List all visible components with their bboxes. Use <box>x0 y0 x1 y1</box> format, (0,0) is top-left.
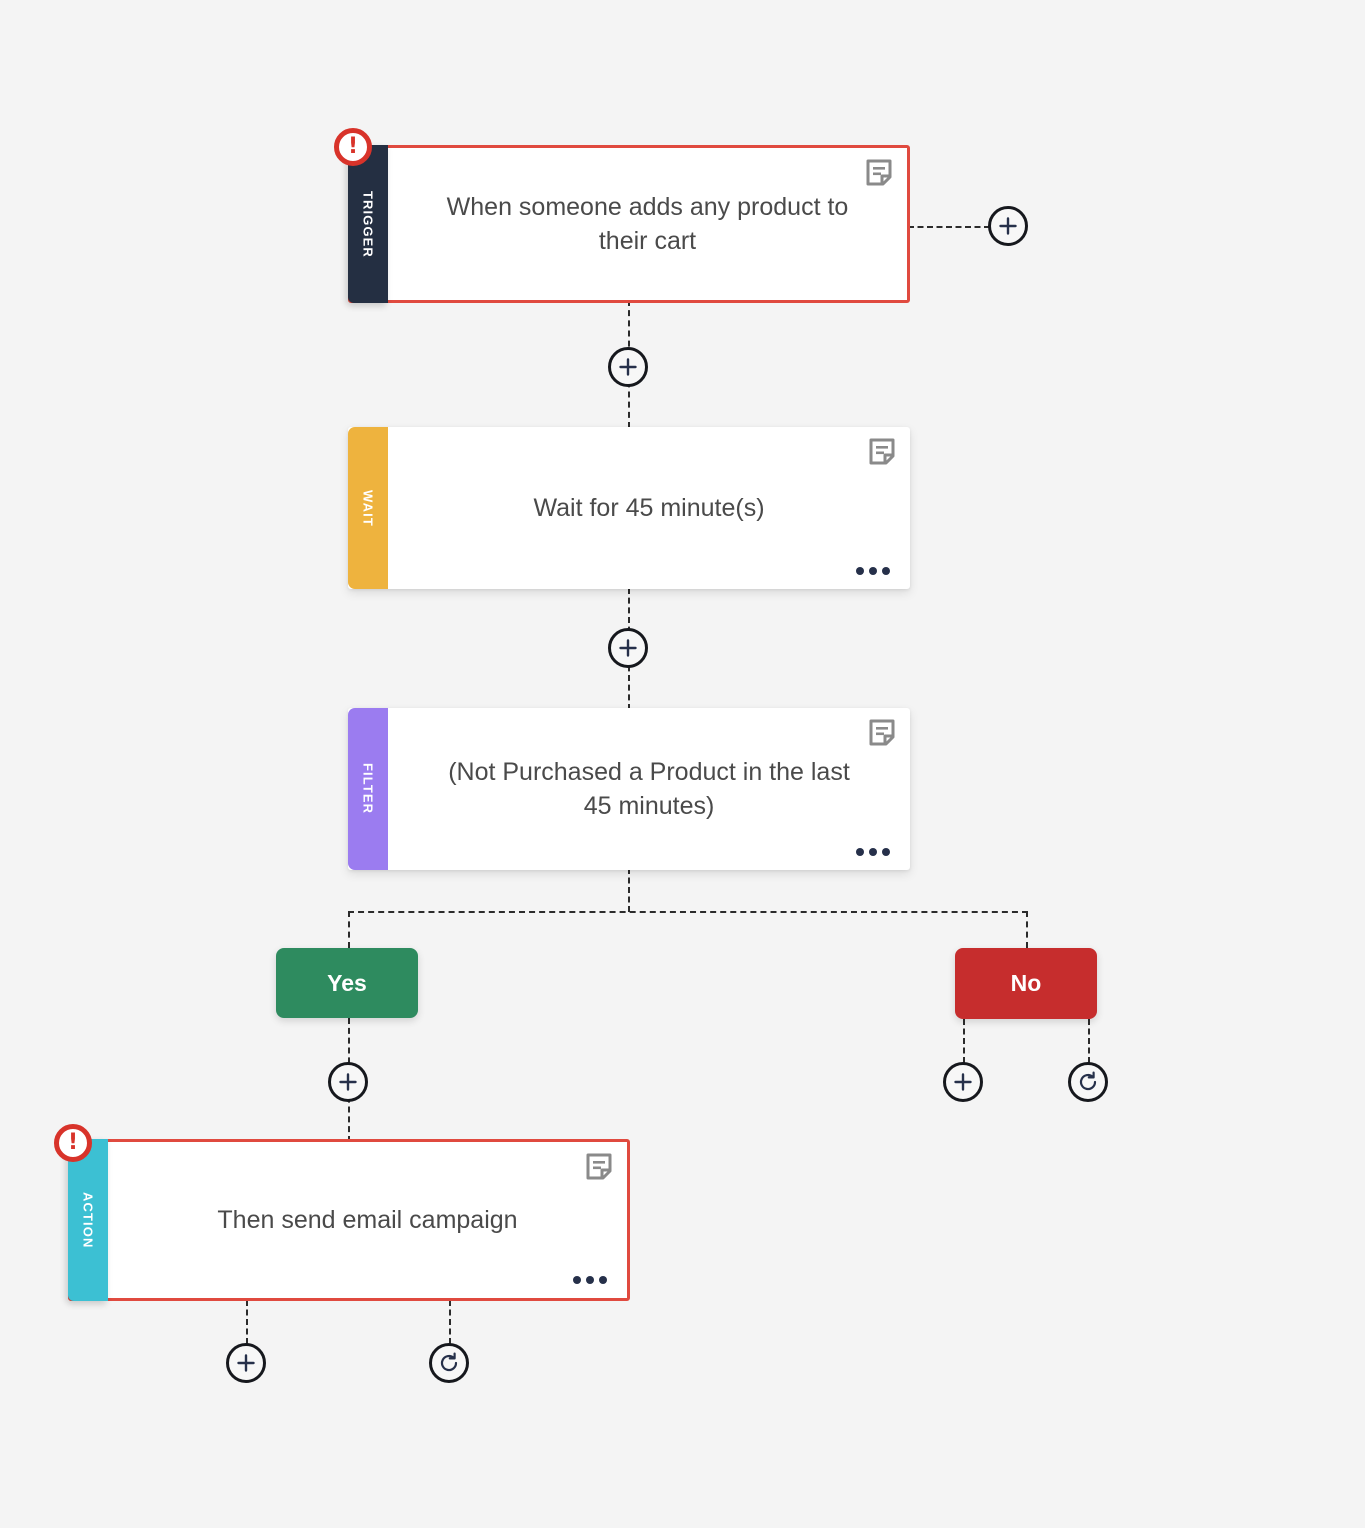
trigger-to-wait-add-button[interactable] <box>608 347 648 387</box>
ellipsis-icon[interactable] <box>856 567 890 575</box>
trigger-right-add-button[interactable] <box>988 206 1028 246</box>
connector-trigger-right <box>908 226 990 228</box>
node-filter-kind-label: FILTER <box>360 763 376 815</box>
node-action-kind-label: ACTION <box>80 1191 96 1249</box>
node-wait-title: Wait for 45 minute(s) <box>533 493 765 522</box>
connector-no-retry <box>1088 1019 1090 1063</box>
workflow-canvas: TRIGGER When someone adds any product to… <box>0 0 1365 1528</box>
branch-yes-label: Yes <box>327 969 367 996</box>
node-wait[interactable]: WAIT Wait for 45 minute(s) <box>348 427 910 589</box>
note-icon[interactable] <box>868 438 896 466</box>
node-trigger-kind-label: TRIGGER <box>360 190 376 258</box>
refresh-icon <box>440 1352 458 1372</box>
node-filter-kind-bar: FILTER <box>348 708 388 870</box>
action-retry-button[interactable] <box>429 1343 469 1383</box>
node-trigger-body: When someone adds any product to their c… <box>388 148 907 300</box>
branch-no-label: No <box>1010 970 1042 996</box>
alert-icon: ! <box>347 134 359 159</box>
connector-split-yes <box>348 911 350 948</box>
plus-icon <box>339 1073 357 1091</box>
connector-split-horizontal <box>348 911 1028 913</box>
yes-branch-add-button[interactable] <box>328 1062 368 1102</box>
connector-action-add <box>246 1300 248 1344</box>
node-wait-kind-bar: WAIT <box>348 427 388 589</box>
node-action-kind-bar: ACTION <box>68 1139 108 1301</box>
note-icon[interactable] <box>868 719 896 747</box>
plus-icon <box>237 1354 255 1372</box>
connector-no-add <box>963 1019 965 1063</box>
node-wait-kind-label: WAIT <box>360 489 376 527</box>
branch-yes-button[interactable]: Yes <box>276 948 418 1018</box>
connector-filter-split <box>628 868 630 912</box>
plus-icon <box>619 358 637 376</box>
plus-icon <box>999 217 1017 235</box>
connector-action-retry <box>449 1300 451 1344</box>
node-filter-title: (Not Purchased a Product in the last 45 … <box>448 757 850 821</box>
node-action-title: Then send email campaign <box>217 1205 518 1234</box>
alert-icon: ! <box>67 1130 79 1155</box>
node-action[interactable]: ACTION Then send email campaign <box>68 1139 630 1301</box>
action-add-button[interactable] <box>226 1343 266 1383</box>
connector-split-no <box>1026 911 1028 948</box>
node-trigger-error-badge[interactable]: ! <box>334 128 372 166</box>
node-filter[interactable]: FILTER (Not Purchased a Product in the l… <box>348 708 910 870</box>
ellipsis-icon[interactable] <box>856 848 890 856</box>
no-branch-add-button[interactable] <box>943 1062 983 1102</box>
branch-no-button[interactable]: No <box>955 948 1097 1019</box>
node-filter-body: (Not Purchased a Product in the last 45 … <box>388 708 910 870</box>
node-action-error-badge[interactable]: ! <box>54 1124 92 1162</box>
node-trigger-kind-bar: TRIGGER <box>348 145 388 303</box>
wait-to-filter-add-button[interactable] <box>608 628 648 668</box>
ellipsis-icon[interactable] <box>573 1276 607 1284</box>
plus-icon <box>619 639 637 657</box>
note-icon[interactable] <box>865 159 893 187</box>
refresh-icon <box>1079 1071 1097 1091</box>
node-trigger-title: When someone adds any product to their c… <box>446 192 849 256</box>
node-trigger[interactable]: TRIGGER When someone adds any product to… <box>348 145 910 303</box>
node-action-body: Then send email campaign <box>108 1142 627 1298</box>
no-branch-retry-button[interactable] <box>1068 1062 1108 1102</box>
note-icon[interactable] <box>585 1153 613 1181</box>
node-wait-body: Wait for 45 minute(s) <box>388 427 910 589</box>
plus-icon <box>954 1073 972 1091</box>
